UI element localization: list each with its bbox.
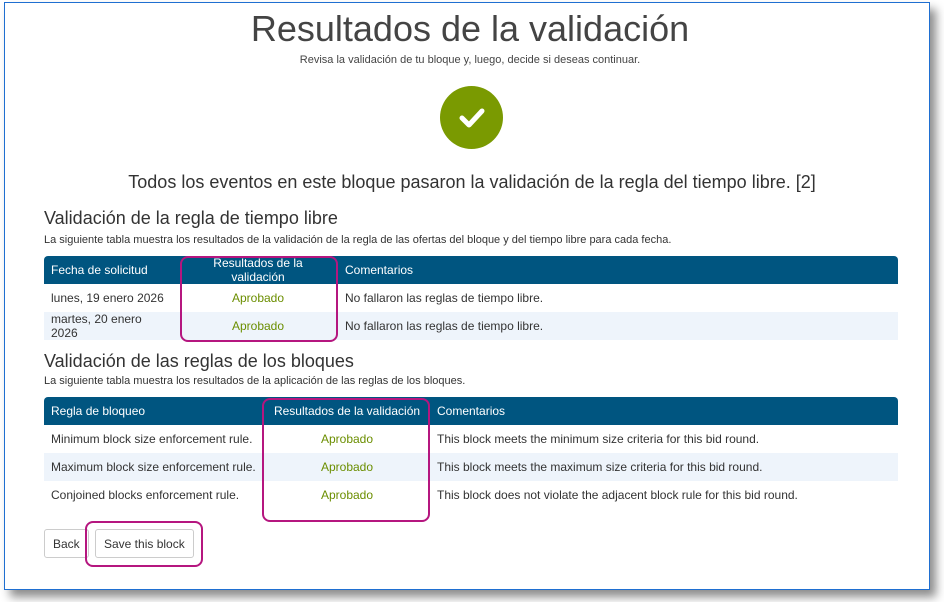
comment: This block does not violate the adjacent… [437,488,798,502]
block-rules-description: La siguiente tabla muestra los resultado… [44,375,466,387]
back-button[interactable]: Back [44,529,89,558]
free-time-heading: Validación de la regla de tiempo libre [44,208,338,228]
free-time-table: Fecha de solicitud Resultados de la vali… [44,256,898,340]
block-rules-table: Regla de bloqueo Resultados de la valida… [44,397,898,509]
table-row: Conjoined blocks enforcement rule. Aprob… [44,481,898,509]
column-header: Resultados de la validación [178,256,338,284]
block-rules-heading: Validación de las reglas de los bloques [44,351,354,371]
block-rule: Maximum block size enforcement rule. [44,453,264,481]
page-title: Resultados de la validación [250,8,690,49]
block-rule: Minimum block size enforcement rule. [51,432,253,446]
free-time-description: La siguiente tabla muestra los resultado… [44,234,672,246]
comment: This block meets the minimum size criter… [437,432,760,446]
request-date: martes, 20 enero 2026 [44,312,178,340]
success-check-icon [440,86,503,149]
page-subtitle: Revisa la validación de tu bloque y, lue… [299,54,641,66]
column-header: Regla de bloqueo [44,397,264,425]
table-row: lunes, 19 enero 2026 Aprobado No fallaro… [44,284,898,312]
comment: No fallaron las reglas de tiempo libre. [345,291,544,305]
table-header-row: Regla de bloqueo Resultados de la valida… [44,397,898,425]
validation-result: Aprobado [178,312,338,340]
column-header: Resultados de la validación [264,397,430,425]
table-row: Maximum block size enforcement rule. Apr… [44,453,898,481]
column-header: Comentarios [338,256,898,284]
validation-summary: Todos los eventos en este bloque pasaron… [128,172,816,192]
table-row: Minimum block size enforcement rule. Apr… [44,425,898,453]
block-rule: Conjoined blocks enforcement rule. [51,488,240,502]
validation-result: Aprobado [320,488,374,502]
column-header: Fecha de solicitud [44,256,178,284]
table-header-row: Fecha de solicitud Resultados de la vali… [44,256,898,284]
table-row: martes, 20 enero 2026 Aprobado No fallar… [44,312,898,340]
validation-result: Aprobado [320,432,374,446]
comment: No fallaron las reglas de tiempo libre. [338,312,898,340]
validation-result: Aprobado [264,453,430,481]
validation-result: Aprobado [231,291,285,305]
request-date: lunes, 19 enero 2026 [51,291,164,305]
save-block-button[interactable]: Save this block [95,529,194,558]
column-header: Comentarios [430,397,898,425]
comment: This block meets the maximum size criter… [430,453,898,481]
